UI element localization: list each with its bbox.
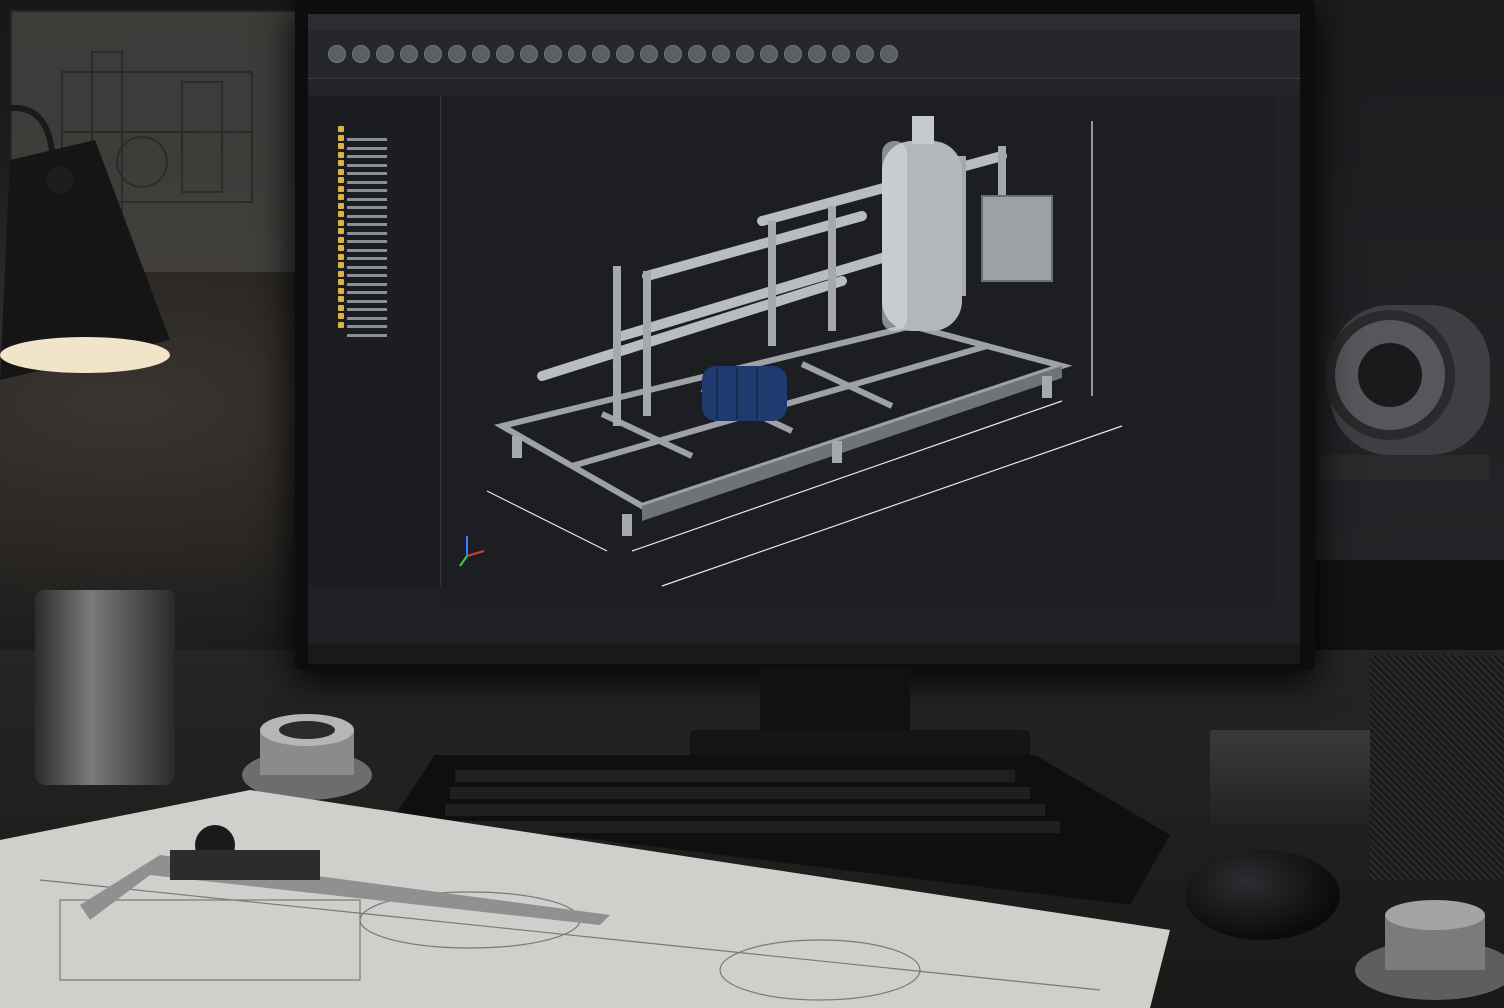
part-icon [338, 194, 344, 200]
tool-icon[interactable] [616, 45, 634, 63]
vernier-caliper [80, 825, 610, 925]
part-icon [338, 151, 344, 158]
part-icon [338, 304, 344, 311]
tree-item[interactable] [338, 177, 408, 192]
tree-item[interactable] [338, 287, 408, 303]
cad-status-bar [308, 644, 1300, 664]
tool-icon[interactable] [808, 45, 826, 63]
cad-ribbon-toolbar[interactable] [308, 30, 1300, 79]
tree-item[interactable] [338, 321, 408, 337]
part-icon [338, 177, 344, 183]
part-icon [338, 126, 344, 132]
tree-item[interactable] [338, 160, 408, 175]
tree-item-label [347, 333, 387, 337]
part-icon [338, 287, 344, 294]
part-icon [338, 296, 344, 302]
tool-icon[interactable] [856, 45, 874, 63]
tree-item[interactable] [338, 262, 408, 277]
part-icon [338, 279, 344, 285]
tool-icon[interactable] [544, 45, 562, 63]
tree-item[interactable] [338, 219, 408, 235]
tree-item[interactable] [338, 194, 408, 209]
part-icon [338, 211, 344, 217]
metal-mug [35, 590, 175, 785]
tree-item[interactable] [338, 313, 408, 328]
tool-icon[interactable] [712, 45, 730, 63]
part-icon [338, 253, 344, 260]
tree-item[interactable] [338, 202, 408, 218]
tree-item[interactable] [338, 296, 408, 311]
monitor-screen [308, 14, 1300, 664]
tree-item[interactable] [338, 134, 408, 150]
part-icon [338, 270, 344, 277]
tool-icon[interactable] [496, 45, 514, 63]
tool-icon[interactable] [352, 45, 370, 63]
tree-item[interactable] [338, 185, 408, 201]
part-icon [338, 202, 344, 209]
pen-holder [1370, 655, 1504, 880]
tree-item[interactable] [338, 279, 408, 294]
tool-icon[interactable] [472, 45, 490, 63]
part-icon [338, 143, 344, 149]
tool-icon[interactable] [592, 45, 610, 63]
cad-document-tabs[interactable] [308, 79, 1300, 95]
part-icon [338, 321, 344, 328]
tool-icon[interactable] [664, 45, 682, 63]
part-icon [338, 245, 344, 251]
part-icon [338, 160, 344, 166]
tool-icon[interactable] [400, 45, 418, 63]
cad-title-bar [308, 14, 1300, 30]
tool-icon[interactable] [376, 45, 394, 63]
tool-icon[interactable] [760, 45, 778, 63]
tool-icon[interactable] [880, 45, 898, 63]
tool-icon[interactable] [328, 45, 346, 63]
part-icon [338, 219, 344, 226]
tree-item[interactable] [338, 126, 408, 141]
part-icon [338, 313, 344, 319]
stacked-boxes [1210, 730, 1375, 825]
tree-item[interactable] [338, 270, 408, 286]
tree-item[interactable] [338, 151, 408, 167]
part-icon [338, 262, 344, 268]
computer-mouse[interactable] [1185, 850, 1340, 940]
cad-right-toolbar[interactable] [1276, 96, 1300, 601]
tool-icon[interactable] [832, 45, 850, 63]
monitor-stand [760, 668, 910, 738]
tree-item[interactable] [338, 143, 408, 158]
tool-icon[interactable] [784, 45, 802, 63]
part-icon [338, 134, 344, 141]
tool-icon[interactable] [424, 45, 442, 63]
desk-lamp [0, 105, 170, 380]
part-icon [338, 185, 344, 192]
tool-icon[interactable] [688, 45, 706, 63]
tree-item[interactable] [338, 236, 408, 252]
background-valve-part [1320, 305, 1490, 480]
tree-item[interactable] [338, 228, 408, 243]
cad-3d-viewport[interactable] [442, 96, 1272, 601]
feature-tree-panel[interactable] [308, 96, 441, 586]
tree-item[interactable] [338, 304, 408, 320]
metal-part-right [1355, 900, 1504, 1000]
part-icon [338, 168, 344, 175]
part-icon [338, 236, 344, 243]
tree-item[interactable] [338, 168, 408, 184]
tree-item[interactable] [338, 211, 408, 226]
tool-icon[interactable] [520, 45, 538, 63]
pump-skid-model [459, 116, 1123, 587]
tree-item[interactable] [338, 245, 408, 260]
tree-item[interactable] [338, 253, 408, 269]
part-icon [338, 228, 344, 234]
tool-icon[interactable] [448, 45, 466, 63]
tool-icon[interactable] [640, 45, 658, 63]
tool-icon[interactable] [736, 45, 754, 63]
tool-icon[interactable] [568, 45, 586, 63]
